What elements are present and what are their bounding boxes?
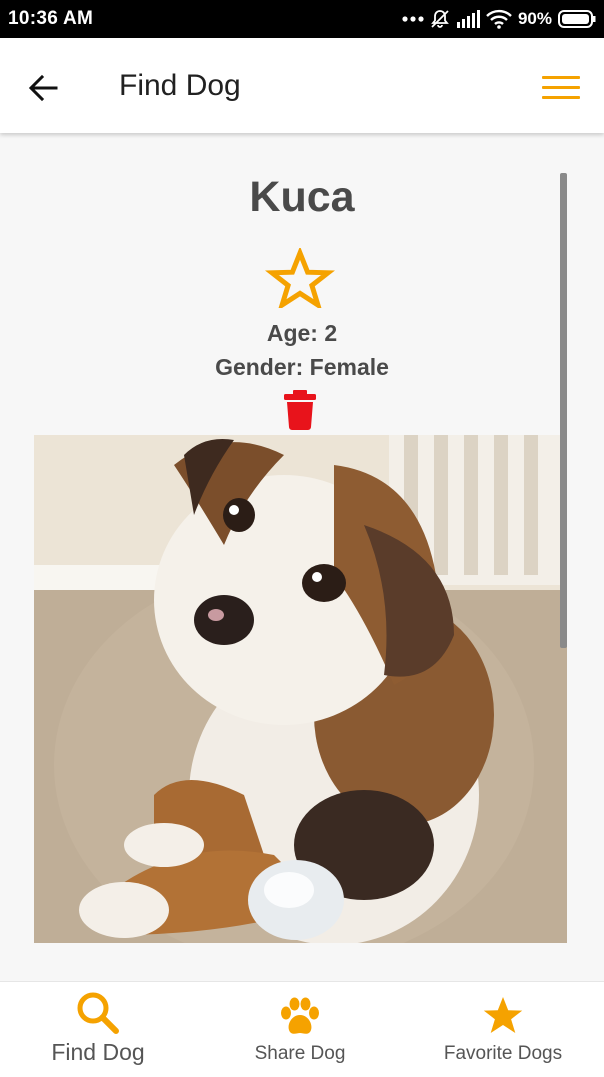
star-icon	[483, 997, 523, 1033]
silent-bell-icon	[431, 10, 449, 28]
dog-age: Age: 2	[266, 320, 338, 346]
signal-icon	[456, 10, 480, 28]
battery-icon	[558, 10, 596, 28]
page-title: Find Dog	[119, 69, 241, 102]
menu-button[interactable]	[540, 71, 584, 103]
bottom-nav: Find Dog Share Dog Favorite Dogs	[0, 981, 604, 1077]
app-bar: Find Dog	[0, 38, 604, 133]
status-time: 10:36 AM	[8, 8, 94, 29]
arrow-left-icon	[28, 74, 58, 102]
status-bar: 10:36 AM 90%	[0, 0, 604, 38]
status-icons: 90%	[402, 6, 596, 32]
scrollbar[interactable]	[560, 173, 567, 648]
dog-photo	[34, 435, 567, 943]
trash-icon	[284, 390, 316, 430]
dog-name: Kuca	[249, 173, 355, 221]
wifi-icon	[486, 9, 512, 29]
dog-gender: Gender: Female	[215, 354, 389, 380]
hamburger-menu-icon	[542, 76, 580, 79]
nav-find-dog[interactable]: Find Dog	[28, 982, 168, 1077]
nav-favorite-dogs[interactable]: Favorite Dogs	[420, 982, 586, 1077]
nav-share-dog-label: Share Dog	[254, 1043, 346, 1064]
delete-button[interactable]	[282, 389, 318, 431]
search-icon	[77, 992, 119, 1034]
battery-percentage: 90%	[517, 9, 552, 28]
nav-find-dog-label: Find Dog	[51, 1039, 145, 1065]
more-dots-icon	[402, 16, 424, 22]
dog-detail: Kuca Age: 2 Gender: Female	[0, 133, 604, 981]
paw-icon	[281, 997, 319, 1034]
nav-share-dog[interactable]: Share Dog	[230, 982, 370, 1077]
favorite-button[interactable]	[265, 246, 335, 311]
star-outline-icon	[265, 246, 335, 311]
back-button[interactable]	[24, 68, 64, 108]
nav-favorite-dogs-label: Favorite Dogs	[443, 1043, 563, 1064]
